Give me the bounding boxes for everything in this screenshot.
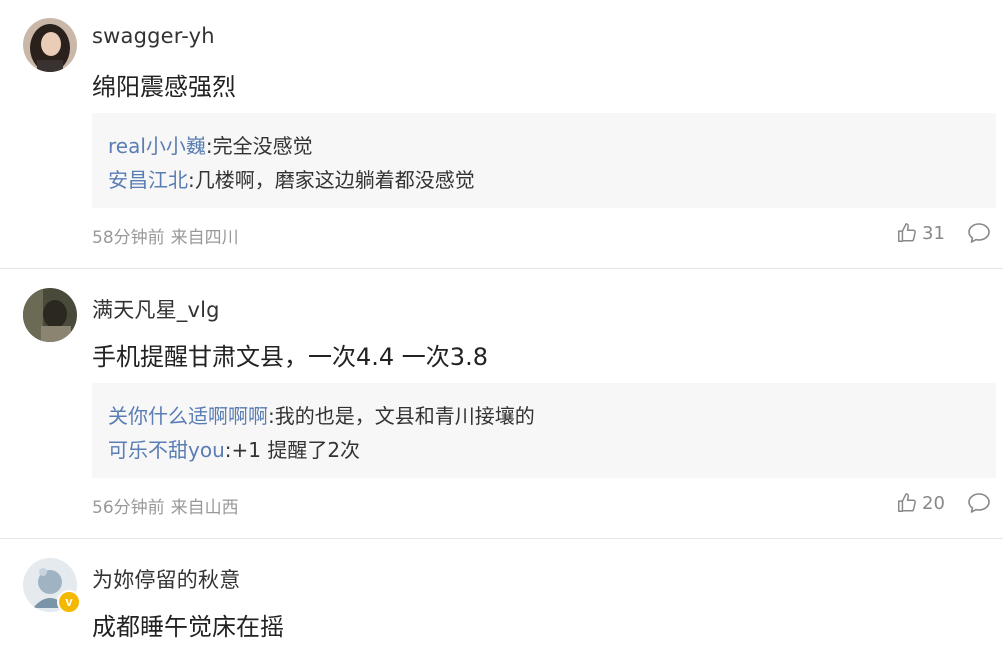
username[interactable]: 为妳停留的秋意 (92, 564, 240, 594)
avatar[interactable] (23, 288, 77, 342)
comment-bubble-icon[interactable] (966, 221, 992, 245)
reply-username[interactable]: real小小巍 (108, 134, 206, 158)
like-count: 20 (922, 492, 945, 514)
comment-meta: 56分钟前 来自山西 (92, 493, 239, 518)
comment-text: 绵阳震感强烈 (92, 73, 236, 101)
reply-item: real小小巍:完全没感觉 (108, 130, 313, 159)
reply-username[interactable]: 可乐不甜you (108, 438, 225, 462)
comment-location: 来自山西 (170, 498, 239, 518)
like-button[interactable]: 31 (896, 221, 945, 245)
reply-list[interactable]: real小小巍:完全没感觉 安昌江北:几楼啊，磨家这边躺着都没感觉 (92, 113, 996, 208)
comment-item: 满天凡星_vlg 手机提醒甘肃文县，一次4.4 一次3.8 关你什么适啊啊啊:我… (0, 270, 1003, 539)
comment-item: swagger-yh 绵阳震感强烈 real小小巍:完全没感觉 安昌江北:几楼啊… (0, 0, 1003, 269)
comment-meta: 58分钟前 来自四川 (92, 223, 239, 248)
reply-item: 可乐不甜you:+1 提醒了2次 (108, 434, 360, 463)
reply-item: 关你什么适啊啊啊:我的也是，文县和青川接壤的 (108, 400, 535, 429)
reply-list[interactable]: 关你什么适啊啊啊:我的也是，文县和青川接壤的 可乐不甜you:+1 提醒了2次 (92, 383, 996, 478)
like-count: 31 (922, 222, 945, 244)
reply-text: :我的也是，文县和青川接壤的 (268, 404, 535, 428)
comment-time: 58分钟前 (92, 228, 165, 248)
comment-time: 56分钟前 (92, 498, 165, 518)
comment-bubble-icon[interactable] (966, 491, 992, 515)
like-button[interactable]: 20 (896, 491, 945, 515)
comment-text: 成都睡午觉床在摇 (92, 613, 284, 641)
username[interactable]: 满天凡星_vlg (92, 294, 220, 324)
comment-item: 为妳停留的秋意 成都睡午觉床在摇 (0, 540, 1003, 660)
reply-text: :完全没感觉 (205, 134, 313, 158)
username[interactable]: swagger-yh (92, 24, 215, 48)
comment-location: 来自四川 (170, 228, 239, 248)
reply-text: :+1 提醒了2次 (224, 438, 361, 462)
avatar[interactable] (23, 18, 77, 72)
reply-text: :几楼啊，磨家这边躺着都没感觉 (188, 168, 475, 192)
reply-username[interactable]: 安昌江北 (108, 168, 188, 192)
comment-text: 手机提醒甘肃文县，一次4.4 一次3.8 (92, 343, 488, 371)
thumbs-up-icon (898, 493, 916, 512)
reply-username[interactable]: 关你什么适啊啊啊 (108, 404, 268, 428)
verified-badge-icon: v (57, 590, 81, 614)
reply-item: 安昌江北:几楼啊，磨家这边躺着都没感觉 (108, 164, 475, 193)
thumbs-up-icon (898, 223, 916, 242)
